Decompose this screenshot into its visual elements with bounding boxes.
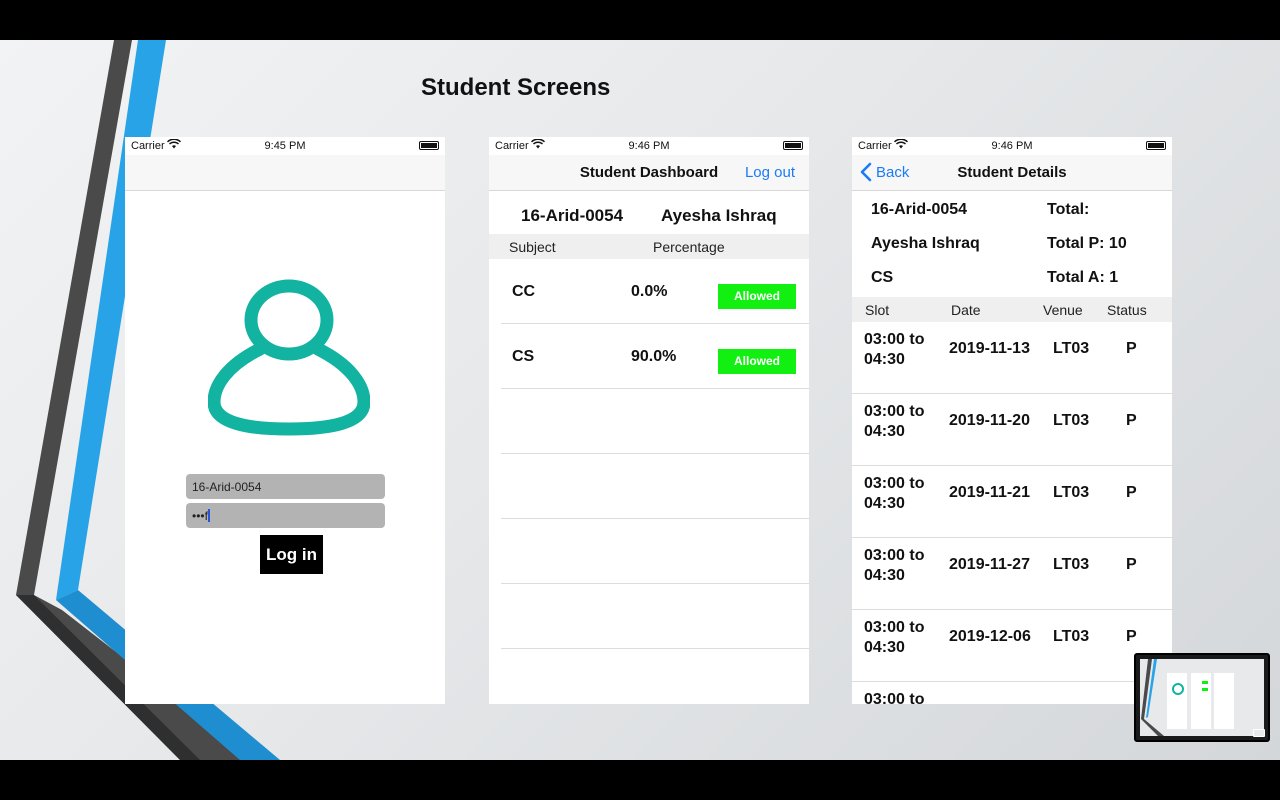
slot-end: 04:30 [864, 423, 905, 440]
row-slot: 03:00 to [864, 690, 924, 704]
venue-header: Venue [1043, 302, 1083, 318]
table-row[interactable]: 03:00 to 04:30 2019-11-13 LT03 P [852, 322, 1172, 394]
table-header: Slot Date Venue Status [852, 297, 1172, 322]
row-subject: CC [512, 283, 536, 300]
table-row[interactable]: 03:00 to 04:30 2019-12-06 LT03 P [852, 610, 1172, 682]
status-bar: Carrier 9:46 PM [489, 137, 809, 155]
slot-start: 03:00 to [864, 619, 925, 636]
presentation-slide: Student Screens Carrier 9:45 PM 16-Arid-… [0, 40, 1280, 760]
table-header: Subject Percentage [489, 234, 809, 259]
status-bar: Carrier 9:46 PM [852, 137, 1172, 155]
row-venue: LT03 [1053, 628, 1090, 645]
row-venue: LT03 [1053, 556, 1090, 573]
row-status: P [1126, 556, 1137, 573]
row-status: P [1126, 340, 1137, 357]
slot-start: 03:00 to [864, 331, 925, 348]
empty-row [501, 454, 809, 519]
subject-name: CS [871, 269, 894, 286]
status-header: Status [1107, 302, 1147, 318]
student-name: Ayesha Ishraq [871, 235, 980, 252]
total-label: Total: [1047, 201, 1090, 218]
row-slot: 03:00 to 04:30 [864, 402, 924, 442]
empty-row [501, 389, 809, 454]
login-button[interactable]: Log in [260, 535, 323, 574]
text-cursor [207, 509, 210, 522]
thumbnail-preview [1140, 659, 1264, 736]
date-header: Date [951, 302, 981, 318]
slot-end: 04:30 [864, 567, 905, 584]
row-slot: 03:00 to 04:30 [864, 474, 924, 514]
status-time: 9:46 PM [628, 140, 670, 152]
table-row[interactable]: CC 0.0% Allowed [501, 259, 809, 324]
row-date: 2019-11-27 [949, 556, 1030, 573]
row-status: P [1126, 412, 1137, 429]
row-date: 2019-11-13 [949, 340, 1030, 357]
percentage-header: Percentage [653, 239, 725, 255]
slide-title: Student Screens [421, 74, 611, 101]
letterbox-top [0, 0, 1280, 40]
slot-start: 03:00 to [864, 475, 925, 492]
slot-header: Slot [865, 302, 890, 318]
table-row[interactable]: 03:00 to [852, 682, 1172, 704]
status-badge: Allowed [718, 349, 796, 374]
navigation-bar: Back Student Details [852, 155, 1172, 191]
row-percentage: 0.0% [631, 283, 668, 300]
row-percentage: 90.0% [631, 348, 677, 365]
slot-start: 03:00 to [864, 691, 925, 704]
row-venue: LT03 [1053, 412, 1090, 429]
status-time: 9:45 PM [264, 140, 306, 152]
row-date: 2019-11-20 [949, 412, 1030, 429]
slot-end: 04:30 [864, 495, 905, 512]
table-row[interactable]: 03:00 to 04:30 2019-11-27 LT03 P [852, 538, 1172, 610]
student-name: Ayesha Ishraq [661, 206, 777, 225]
total-absent: Total A: 1 [1047, 269, 1119, 286]
row-date: 2019-11-21 [949, 484, 1030, 501]
status-time: 9:46 PM [991, 140, 1033, 152]
row-venue: LT03 [1053, 484, 1090, 501]
thumbnail-expand-icon[interactable] [1253, 729, 1265, 737]
row-date: 2019-12-06 [949, 628, 1031, 645]
total-present: Total P: 10 [1047, 235, 1127, 252]
status-bar: Carrier 9:45 PM [125, 137, 445, 155]
status-badge: Allowed [718, 284, 796, 309]
slot-end: 04:30 [864, 639, 905, 656]
thumbnail-preview-art [1141, 659, 1234, 736]
slot-start: 03:00 to [864, 403, 925, 420]
slide-thumbnail[interactable] [1134, 653, 1270, 742]
table-row[interactable]: 03:00 to 04:30 2019-11-20 LT03 P [852, 394, 1172, 466]
battery-icon [783, 141, 803, 150]
battery-icon [1146, 141, 1166, 150]
password-mask: •••f [192, 509, 208, 523]
row-venue: LT03 [1053, 340, 1090, 357]
student-id: 16-Arid-0054 [521, 206, 624, 225]
empty-row [501, 519, 809, 584]
battery-icon [419, 141, 439, 150]
letterbox-bottom [0, 760, 1280, 800]
password-field[interactable]: •••f [186, 503, 385, 528]
user-avatar-icon [208, 279, 370, 436]
student-id: 16-Arid-0054 [871, 201, 968, 218]
subject-header: Subject [509, 239, 556, 255]
row-slot: 03:00 to 04:30 [864, 618, 924, 658]
row-subject: CS [512, 348, 535, 365]
navigation-bar: Student Dashboard Log out [489, 155, 809, 191]
nav-title: Student Details [957, 164, 1067, 181]
row-slot: 03:00 to 04:30 [864, 546, 924, 586]
dashboard-screen: Carrier 9:46 PM Student Dashboard Log ou… [489, 137, 809, 704]
login-screen: Carrier 9:45 PM 16-Arid-0054 •••f Log in [125, 137, 445, 704]
row-slot: 03:00 to 04:30 [864, 330, 924, 370]
empty-row [501, 584, 809, 649]
details-screen: Carrier 9:46 PM Back Student Details 16-… [852, 137, 1172, 704]
slot-start: 03:00 to [864, 547, 925, 564]
slot-end: 04:30 [864, 351, 905, 368]
username-field[interactable]: 16-Arid-0054 [186, 474, 385, 499]
row-status: P [1126, 484, 1137, 501]
row-status: P [1126, 628, 1137, 645]
table-row[interactable]: CS 90.0% Allowed [501, 324, 809, 389]
table-row[interactable]: 03:00 to 04:30 2019-11-21 LT03 P [852, 466, 1172, 538]
logout-button[interactable]: Log out [745, 164, 795, 181]
navigation-bar [125, 155, 445, 191]
